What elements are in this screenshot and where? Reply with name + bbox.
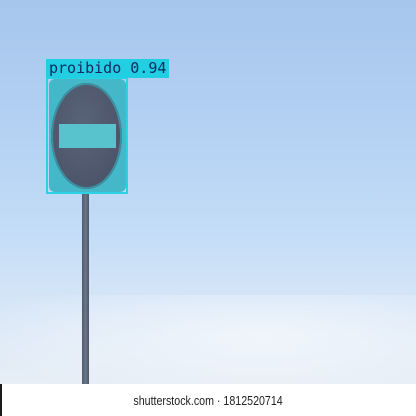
detection-label: proibido 0.94 [46, 59, 170, 78]
detection-bounding-box [46, 77, 128, 194]
watermark-text: shutterstock.com · 1812520714 [133, 392, 283, 408]
watermark-bar: shutterstock.com · 1812520714 [0, 384, 416, 416]
footer-edge [0, 384, 2, 416]
cloud-haze [0, 295, 416, 384]
sign-pole [82, 190, 89, 384]
photo: proibido 0.94 [0, 0, 416, 384]
